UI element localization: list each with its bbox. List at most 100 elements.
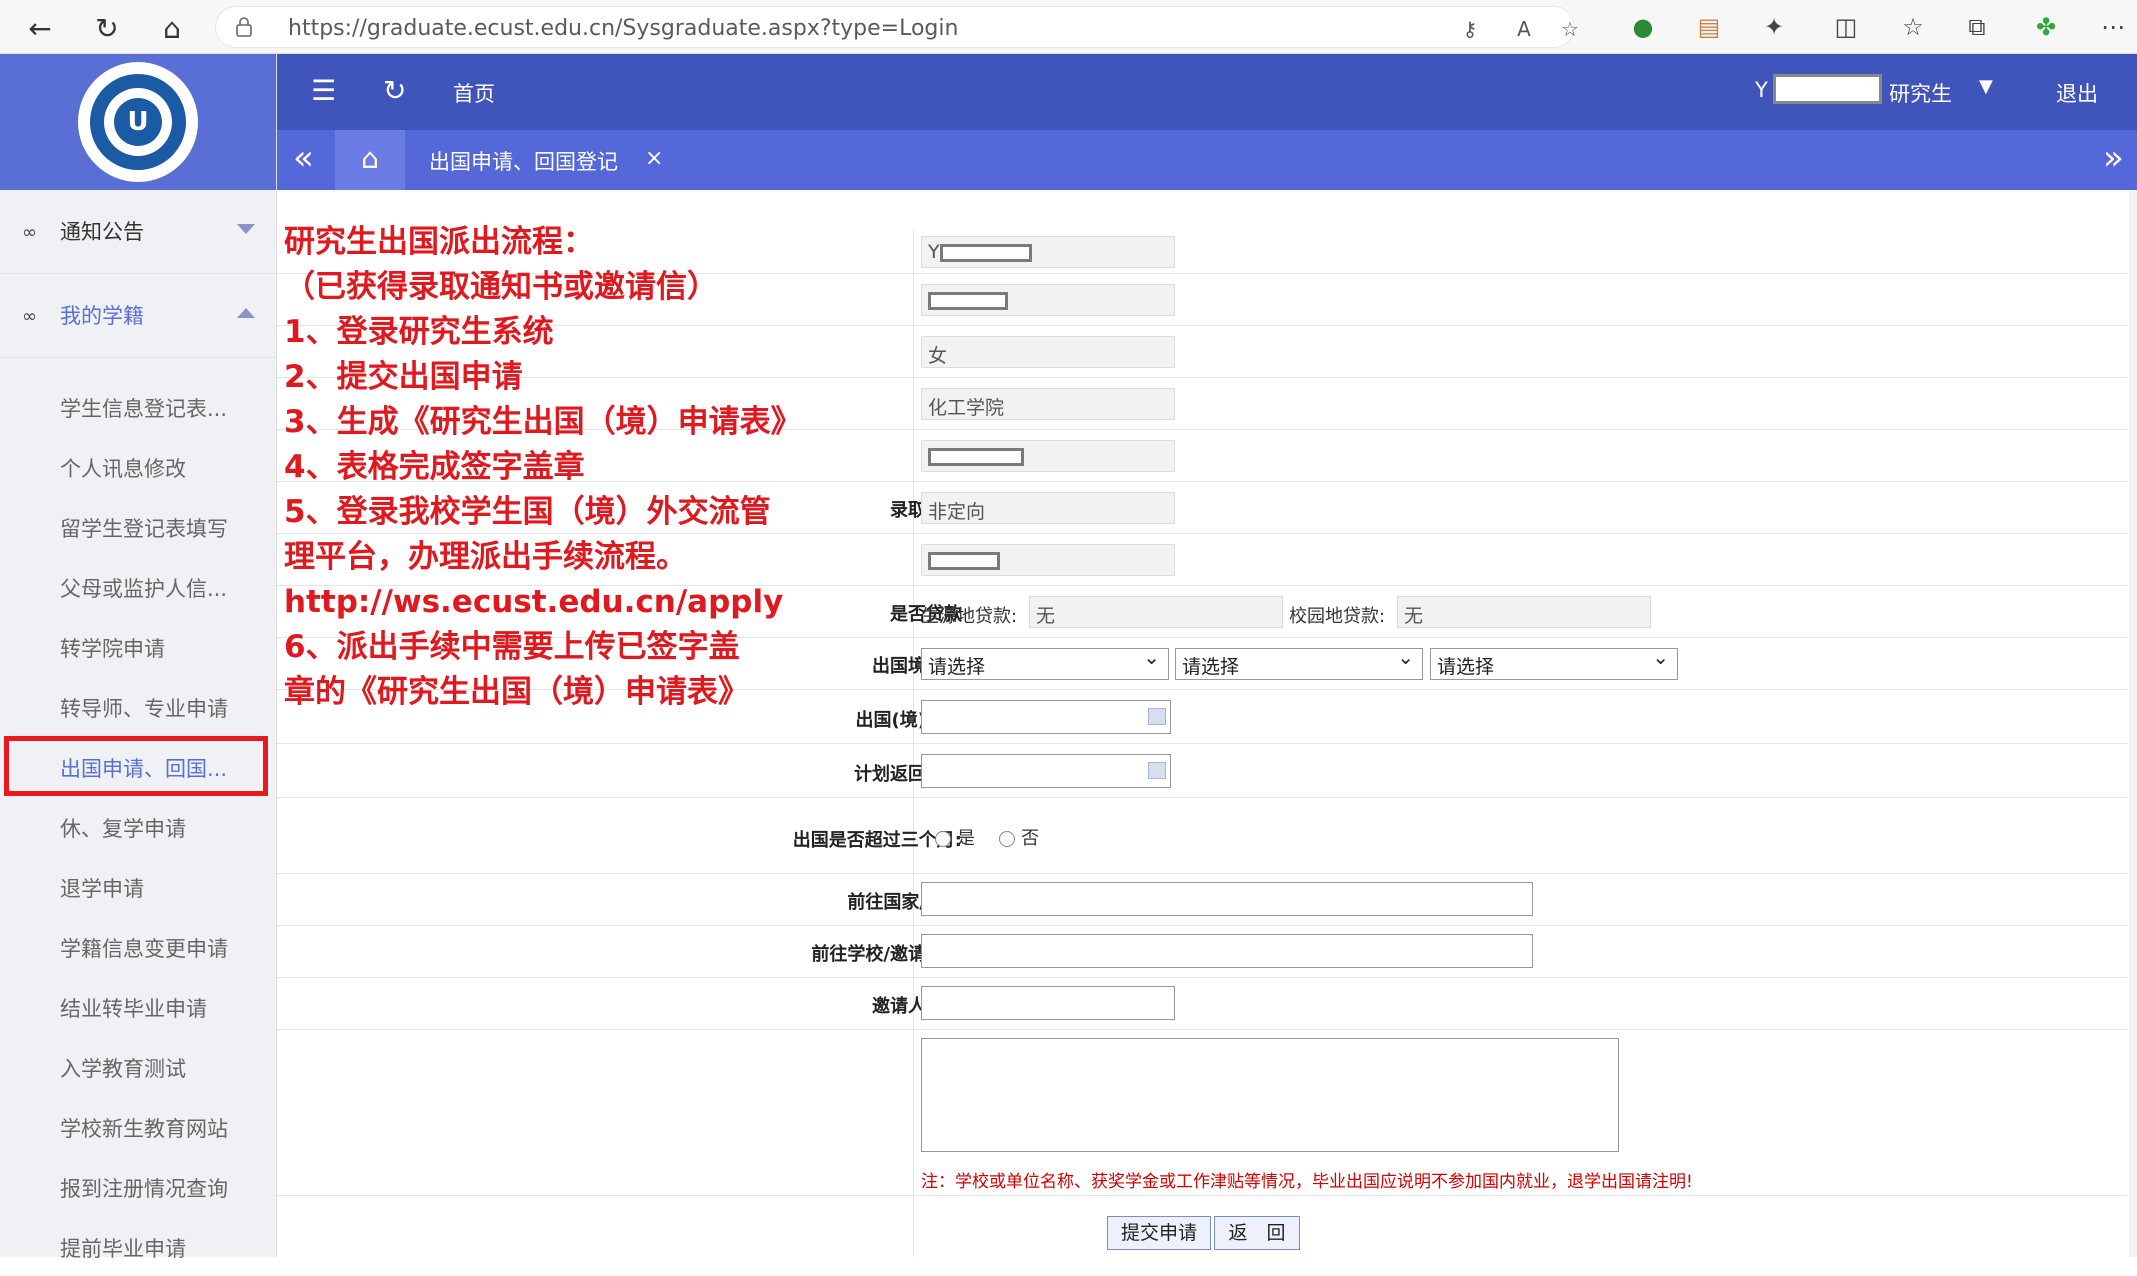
submit-button[interactable]: 提交申请 — [1107, 1216, 1211, 1250]
exit-time-input[interactable] — [921, 700, 1171, 734]
sidebar-item-label: 转导师、专业申请 — [60, 697, 228, 721]
globe-extension-icon[interactable]: ● — [1626, 10, 1660, 44]
sidebar-item-label: 学校新生教育网站 — [60, 1117, 228, 1141]
campus-loan-field: 无 — [1397, 596, 1651, 628]
radio-no-label: 否 — [1021, 828, 1039, 849]
split-screen-icon[interactable]: ◫ — [1829, 10, 1863, 44]
sidebar-item[interactable]: 留学生登记表填写 — [0, 496, 276, 556]
sidebar-item[interactable]: 提前毕业申请 — [0, 1216, 276, 1276]
sidebar-item[interactable]: 休、复学申请 — [0, 796, 276, 856]
process-annotation: 研究生出国派出流程： （已获得录取通知书或邀请信） 1、登录研究生系统 2、提交… — [284, 220, 844, 715]
student-id-prefix: Y — [928, 241, 940, 263]
more-icon[interactable]: ⋯ — [2096, 10, 2130, 44]
radio-no[interactable] — [999, 831, 1015, 847]
annotation-line: 研究生出国派出流程： — [284, 224, 594, 260]
university-logo: U — [78, 62, 198, 182]
redaction-box — [928, 291, 1008, 310]
menu-toggle-icon[interactable]: ☰ — [311, 74, 336, 107]
scroll-right-icon[interactable]: » — [2103, 138, 2124, 178]
caret-down-icon[interactable]: ▼ — [1979, 76, 1993, 97]
home-link[interactable]: 首页 — [453, 78, 495, 108]
lock-icon — [236, 17, 252, 37]
radio-no-option[interactable]: 否 — [999, 824, 1039, 850]
exit-form-select-1[interactable]: 请选择 — [921, 645, 1169, 680]
tab-bar: « ⌂ 出国申请、回国登记 × » — [277, 130, 2137, 190]
read-aloud-icon[interactable]: A — [1510, 15, 1538, 43]
annotation-line: 6、派出手续中需要上传已签字盖 — [284, 629, 740, 665]
sidebar-group-notices[interactable]: ∞ 通知公告 — [0, 190, 276, 274]
school-input[interactable] — [921, 934, 1533, 968]
college-field: 化工学院 — [921, 388, 1175, 420]
refresh-icon[interactable]: ↻ — [87, 8, 127, 48]
sidebar-item-label: 退学申请 — [60, 877, 144, 901]
radio-yes-option[interactable]: 是 — [935, 824, 975, 850]
radio-yes[interactable] — [935, 831, 951, 847]
annotation-line: （已获得录取通知书或邀请信） — [284, 269, 718, 305]
sidebar-item[interactable]: 转导师、专业申请 — [0, 676, 276, 736]
document-extension-icon[interactable]: ▤ — [1692, 10, 1726, 44]
calendar-icon[interactable] — [1148, 762, 1166, 779]
scroll-left-icon[interactable]: « — [293, 138, 314, 178]
key-icon[interactable]: ⚷ — [1456, 15, 1484, 43]
tab-study-abroad[interactable]: 出国申请、回国登记 — [429, 146, 618, 176]
annotation-line: 1、登录研究生系统 — [284, 314, 554, 350]
form-row: 计划返回时间 — [277, 744, 2127, 798]
sidebar-item[interactable]: 转学院申请 — [0, 616, 276, 676]
sidebar-item-label: 休、复学申请 — [60, 817, 186, 841]
close-tab-icon[interactable]: × — [645, 146, 663, 171]
sidebar-item[interactable]: 报到注册情况查询 — [0, 1156, 276, 1216]
back-button[interactable]: 返 回 — [1214, 1216, 1300, 1250]
reason-textarea[interactable] — [921, 1038, 1619, 1152]
chevron-up-icon — [237, 308, 255, 318]
sidebar-item-study-abroad-active[interactable]: 出国申请、回国... — [4, 736, 268, 796]
redaction-box — [939, 243, 1032, 262]
annotation-line: 5、登录我校学生国（境）外交流管 — [284, 494, 771, 530]
back-icon[interactable]: ← — [20, 8, 60, 48]
sidebar-item-label: 学生信息登记表... — [60, 397, 228, 421]
sidebar-group-label: 我的学籍 — [60, 304, 144, 328]
sidebar-item[interactable]: 父母或监护人信... — [0, 556, 276, 616]
home-tab-icon[interactable]: ⌂ — [335, 130, 405, 190]
sidebar-item-label: 报到注册情况查询 — [60, 1177, 228, 1201]
return-time-input[interactable] — [921, 754, 1171, 788]
user-prefix: Y — [1755, 78, 1768, 102]
sidebar-item[interactable]: 学生信息登记表... — [0, 376, 276, 436]
address-bar[interactable]: https://graduate.ecust.edu.cn/Sysgraduat… — [215, 6, 1579, 48]
admission-type-field: 非定向 — [921, 492, 1175, 524]
sidebar-item[interactable]: 学校新生教育网站 — [0, 1096, 276, 1156]
scrollbar[interactable] — [2129, 190, 2137, 1257]
sidebar-group-label: 通知公告 — [60, 220, 144, 244]
sidebar-group-my-status[interactable]: ∞ 我的学籍 — [0, 274, 276, 358]
home-icon[interactable]: ⌂ — [152, 8, 192, 48]
sidebar-item[interactable]: 个人讯息修改 — [0, 436, 276, 496]
sidebar-item-label: 入学教育测试 — [60, 1057, 186, 1081]
form-row: 前往学校/邀请单位 — [277, 926, 2127, 978]
country-input[interactable] — [921, 882, 1533, 916]
redaction-box — [928, 551, 1000, 570]
sidebar-item[interactable]: 结业转毕业申请 — [0, 976, 276, 1036]
link-icon: ∞ — [22, 222, 37, 243]
extensions-icon[interactable]: ✦ — [1757, 10, 1791, 44]
sidebar-item[interactable]: 入学教育测试 — [0, 1036, 276, 1096]
clover-extension-icon[interactable]: ✤ — [2029, 10, 2063, 44]
redaction-box — [928, 447, 1024, 466]
refresh-page-icon[interactable]: ↻ — [383, 74, 406, 107]
campus-loan-label: 校园地贷款: — [1289, 606, 1386, 627]
collections-icon[interactable]: ⧉ — [1960, 10, 1994, 44]
sidebar-item-label: 转学院申请 — [60, 637, 165, 661]
favorites-icon[interactable]: ☆ — [1896, 10, 1930, 44]
exit-form-select-3[interactable]: 请选择 — [1430, 645, 1678, 680]
logout-link[interactable]: 退出 — [2056, 78, 2098, 108]
exit-form-select-2[interactable]: 请选择 — [1175, 645, 1423, 680]
sidebar-item[interactable]: 退学申请 — [0, 856, 276, 916]
inviter-input[interactable] — [921, 986, 1175, 1020]
add-favorite-icon[interactable]: ☆ — [1556, 15, 1584, 43]
role-label[interactable]: 研究生 — [1889, 78, 1952, 108]
sidebar-item-label: 结业转毕业申请 — [60, 997, 207, 1021]
calendar-icon[interactable] — [1148, 708, 1166, 725]
form-row: 前往国家/地区 — [277, 874, 2127, 926]
reason-note: 注：学校或单位名称、获奖学金或工作津贴等情况，毕业出国应说明不参加国内就业，退学… — [921, 1172, 1693, 1192]
sidebar-item-label: 个人讯息修改 — [60, 457, 186, 481]
annotation-url: http://ws.ecust.edu.cn/apply — [284, 584, 784, 620]
sidebar-item[interactable]: 学籍信息变更申请 — [0, 916, 276, 976]
